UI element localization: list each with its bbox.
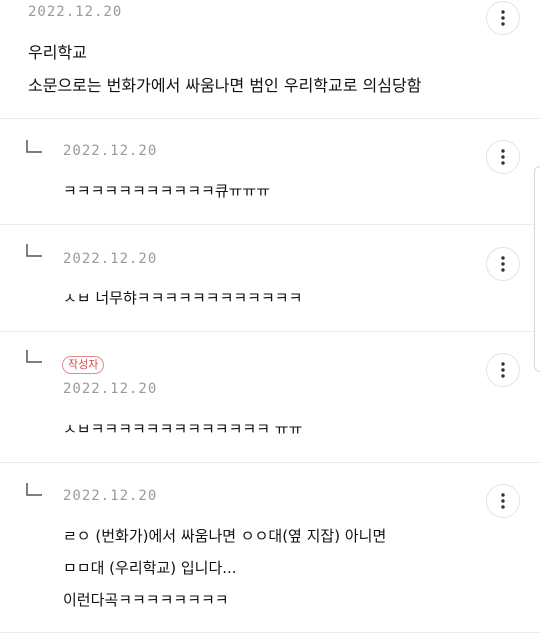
comment-text: ㅋㅋㅋㅋㅋㅋㅋㅋㅋㅋㅋ큐ㅠㅠㅠ (63, 182, 271, 200)
more-vertical-icon (501, 256, 505, 272)
comment-text: ㅅㅂㅋㅋㅋㅋㅋㅋㅋㅋㅋㅋㅋㅋㅋ ㅠㅠ (63, 420, 303, 438)
comment-text: ㅅㅂ 너무햐ㅋㅋㅋㅋㅋㅋㅋㅋㅋㅋㅋㅋ (63, 289, 303, 307)
comment-more-button[interactable] (486, 247, 520, 281)
comment-item: 2022.12.20 ㄹㅇ (번화가)에서 싸움나면 ㅇㅇ대(옆 지잡) 아니면… (0, 463, 540, 634)
more-vertical-icon (501, 493, 505, 509)
post-title: 우리학교 (28, 43, 87, 62)
post-body: 소문으로는 번화가에서 싸움나면 범인 우리학교로 의심당함 (28, 76, 422, 95)
comment-date: 2022.12.20 (63, 381, 158, 397)
post-header: 2022.12.20 우리학교 소문으로는 번화가에서 싸움나면 범인 우리학교… (0, 0, 540, 118)
divider (0, 632, 540, 633)
more-vertical-icon (501, 362, 505, 378)
comment-more-button[interactable] (486, 484, 520, 518)
comment-item: 2022.12.20 ㅋㅋㅋㅋㅋㅋㅋㅋㅋㅋㅋ큐ㅠㅠㅠ (0, 119, 540, 224)
comment-text-line: 이런다곡ㅋㅋㅋㅋㅋㅋㅋㅋ (63, 591, 229, 609)
more-vertical-icon (501, 10, 505, 26)
reply-arrow-icon (26, 244, 42, 257)
comment-item: 작성자 2022.12.20 ㅅㅂㅋㅋㅋㅋㅋㅋㅋㅋㅋㅋㅋㅋㅋ ㅠㅠ (0, 332, 540, 462)
more-vertical-icon (501, 149, 505, 165)
comment-text-line: ㅁㅁ대 (우리학교) 입니다... (63, 559, 237, 577)
comment-more-button[interactable] (486, 353, 520, 387)
reply-arrow-icon (26, 140, 42, 153)
comment-text-line: ㄹㅇ (번화가)에서 싸움나면 ㅇㅇ대(옆 지잡) 아니면 (63, 527, 387, 545)
comment-item: 2022.12.20 ㅅㅂ 너무햐ㅋㅋㅋㅋㅋㅋㅋㅋㅋㅋㅋㅋ (0, 225, 540, 331)
author-badge: 작성자 (62, 356, 105, 374)
scrollbar[interactable] (534, 166, 540, 372)
comment-more-button[interactable] (486, 140, 520, 174)
comment-date: 2022.12.20 (63, 488, 158, 504)
comment-date: 2022.12.20 (63, 251, 158, 267)
reply-arrow-icon (26, 350, 42, 363)
reply-arrow-icon (26, 483, 42, 496)
post-date: 2022.12.20 (28, 4, 123, 20)
comment-date: 2022.12.20 (63, 143, 158, 159)
post-more-button[interactable] (486, 1, 520, 35)
